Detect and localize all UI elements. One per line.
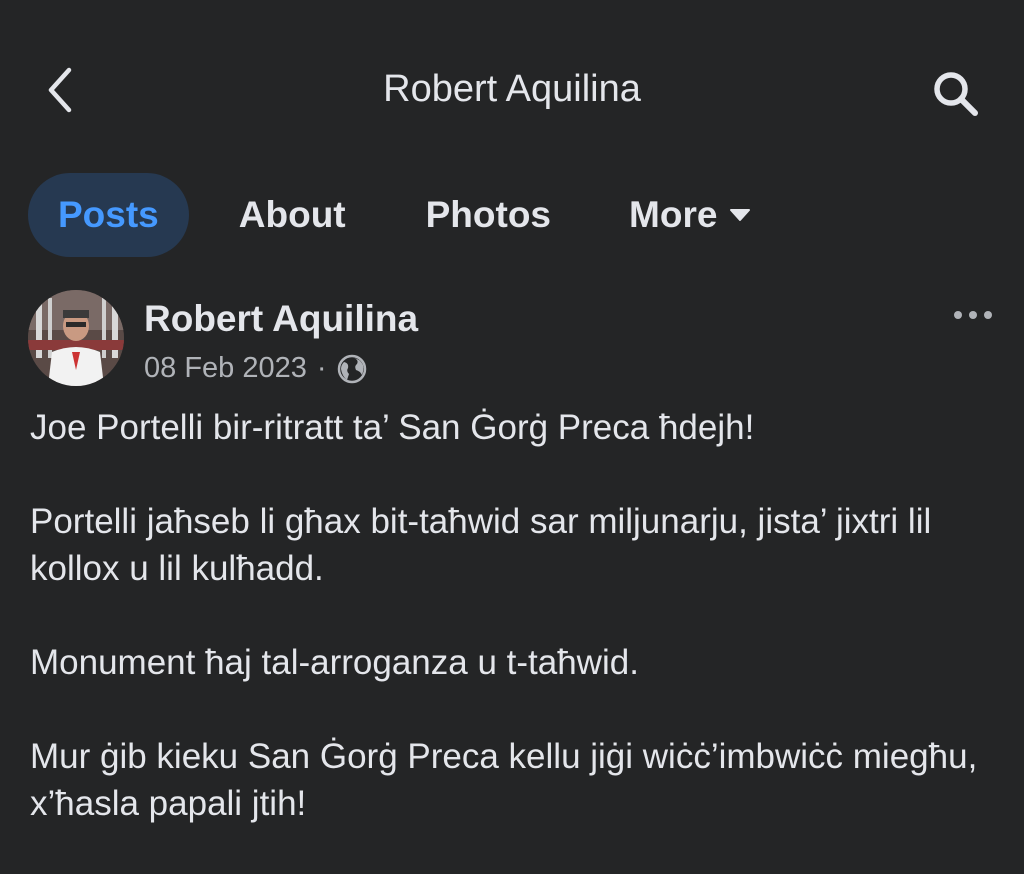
- search-button[interactable]: [924, 62, 988, 126]
- page-title: Robert Aquilina: [383, 68, 641, 110]
- tab-about-label: About: [238, 194, 346, 235]
- post-options-button[interactable]: [948, 300, 998, 330]
- avatar[interactable]: [28, 290, 124, 386]
- tab-posts-label: Posts: [58, 194, 159, 235]
- post-text: Joe Portelli bir-ritratt ta’ San Ġorġ Pr…: [30, 404, 1000, 874]
- top-bar: Robert Aquilina: [0, 0, 1024, 180]
- post-paragraph: Joe Portelli bir-ritratt ta’ San Ġorġ Pr…: [30, 408, 755, 447]
- post-paragraph: Portelli jaħseb li għax bit-taħwid sar m…: [30, 502, 932, 588]
- post-header: Robert Aquilina 08 Feb 2023 ·: [28, 290, 998, 390]
- tab-about[interactable]: About: [239, 173, 346, 257]
- tab-photos-label: Photos: [425, 194, 552, 235]
- more-horizontal-icon: [954, 311, 992, 319]
- tab-posts[interactable]: Posts: [28, 173, 189, 257]
- profile-photo: [28, 290, 124, 386]
- tab-photos[interactable]: Photos: [426, 173, 551, 257]
- globe-icon: [337, 354, 366, 383]
- post-date[interactable]: 08 Feb 2023: [144, 352, 307, 385]
- profile-tabs: Posts About Photos More: [28, 172, 751, 258]
- post-meta: 08 Feb 2023 ·: [144, 352, 367, 385]
- tab-more-label: More: [629, 194, 718, 235]
- post-paragraph: Mur ġib kieku San Ġorġ Preca kellu jiġi …: [30, 737, 978, 823]
- post-paragraph: Monument ħaj tal-arroganza u t-taħwid.: [30, 643, 639, 682]
- caret-down-icon: [730, 209, 751, 221]
- meta-separator: ·: [316, 352, 327, 384]
- post-author[interactable]: Robert Aquilina: [144, 298, 418, 340]
- tab-more[interactable]: More: [629, 173, 751, 257]
- search-icon: [934, 72, 978, 116]
